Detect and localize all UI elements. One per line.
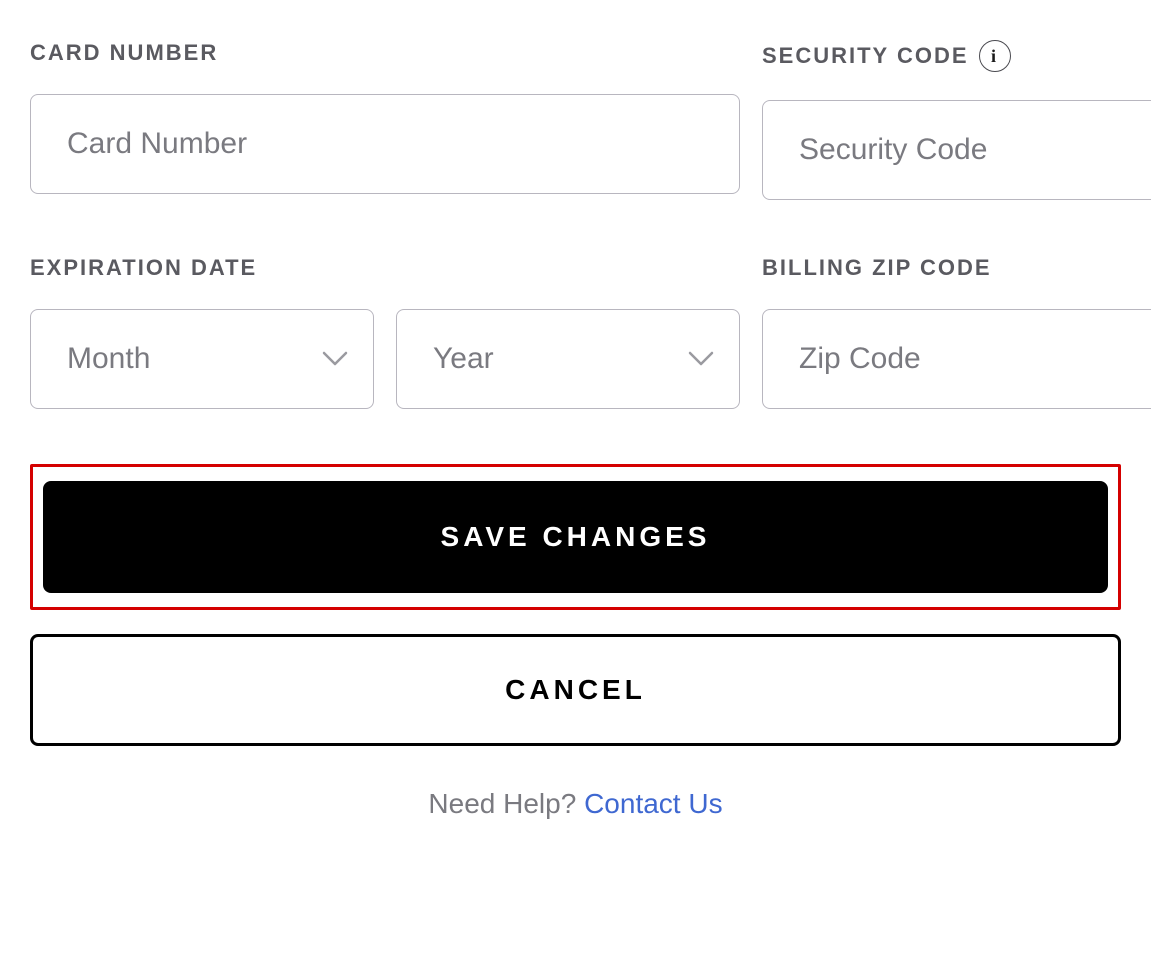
save-changes-button[interactable]: SAVE CHANGES <box>43 481 1108 593</box>
card-number-input[interactable] <box>30 94 740 194</box>
month-select[interactable]: Month <box>30 309 374 409</box>
billing-zip-label: BILLING ZIP CODE <box>762 255 1151 281</box>
zip-code-input[interactable] <box>762 309 1151 409</box>
security-code-input[interactable] <box>762 100 1151 200</box>
save-highlight-box: SAVE CHANGES <box>30 464 1121 610</box>
cancel-button[interactable]: CANCEL <box>30 634 1121 746</box>
contact-us-link[interactable]: Contact Us <box>584 788 723 819</box>
help-prefix: Need Help? <box>428 788 584 819</box>
expiration-date-label: EXPIRATION DATE <box>30 255 740 281</box>
card-number-label: CARD NUMBER <box>30 40 740 66</box>
security-code-label-text: SECURITY CODE <box>762 43 969 69</box>
security-code-label: SECURITY CODE i <box>762 40 1151 72</box>
year-select[interactable]: Year <box>396 309 740 409</box>
help-text: Need Help? Contact Us <box>30 788 1121 820</box>
info-icon[interactable]: i <box>979 40 1011 72</box>
